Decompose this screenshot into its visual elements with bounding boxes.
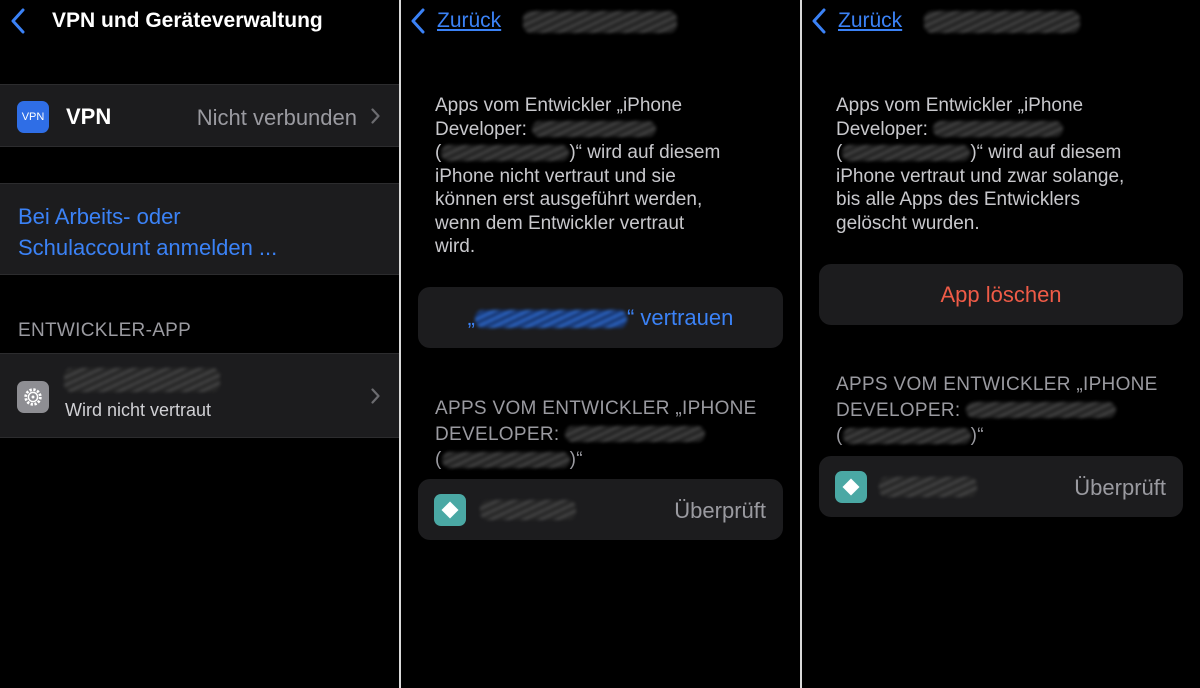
redacted-developer-id [966,402,1117,419]
redacted-developer-id [532,121,657,138]
chevron-left-icon[interactable] [411,8,425,34]
description-line: Apps vom Entwickler „iPhone [435,95,683,116]
nav-bar: Zurück [802,0,1200,44]
developer-untrusted-screen: Zurück Apps vom Entwickler „iPhone Devel… [401,0,800,688]
description-line: bis alle Apps des Entwicklers [836,189,1080,210]
app-row[interactable]: Überprüft [418,479,783,540]
description-line: Apps vom Entwickler „iPhone [836,95,1084,116]
vpn-label: VPN [66,104,112,129]
signin-line-1: Bei Arbeits- oder [18,204,181,229]
redacted-developer-id [441,451,570,468]
trust-status: Wird nicht vertraut [65,400,212,420]
redacted-app-name [879,477,977,497]
vpn-row[interactable]: VPN VPN Nicht verbunden [0,84,399,147]
app-icon [434,494,466,526]
app-icon [835,471,867,503]
description-line: können erst ausgeführt werden, [435,189,703,210]
chevron-left-icon[interactable] [11,8,25,34]
device-management-screen: VPN und Geräteverwaltung VPN VPN Nicht v… [0,0,399,688]
nav-bar: VPN und Geräteverwaltung [0,0,399,44]
redacted-developer-id [842,144,971,161]
description-line: wird. [435,236,476,257]
signin-link[interactable]: Bei Arbeits- oder Schulaccount anmelden … [18,201,277,263]
app-status: Überprüft [1074,475,1166,500]
delete-button-label: App löschen [940,282,1062,307]
gear-icon [17,381,49,413]
app-status: Überprüft [674,498,766,523]
redacted-developer-name [474,310,627,329]
trust-button-label: „ “ vertrauen [467,305,734,330]
developer-trusted-screen: Zurück Apps vom Entwickler „iPhone Devel… [802,0,1200,688]
description-line: iPhone vertraut und zwar solange, [836,165,1125,187]
description-line: gelöscht wurden. [836,212,980,234]
apps-section-header: APPS VOM ENTWICKLER „IPHONE DEVELOPER: (… [435,398,757,470]
signin-line-2: Schulaccount anmelden ... [18,235,278,260]
redacted-nav-title [523,11,677,33]
back-button[interactable]: Zurück [838,9,902,33]
developer-app-row[interactable]: Wird nicht vertraut [0,353,399,438]
vpn-icon: VPN [17,101,49,133]
vpn-status: Nicht verbunden [196,105,357,130]
trust-description: Apps vom Entwickler „iPhone Developer: (… [836,94,1124,235]
nav-bar: Zurück [401,0,800,44]
redacted-developer-name [64,368,220,392]
chevron-left-icon[interactable] [812,8,826,34]
delete-app-button[interactable]: App löschen [819,264,1183,325]
page-title: VPN und Geräteverwaltung [52,9,323,32]
signin-row[interactable]: Bei Arbeits- oder Schulaccount anmelden … [0,183,399,275]
description-line: ()“ wird auf diesem [435,142,721,163]
trust-description: Apps vom Entwickler „iPhone Developer: (… [435,94,720,259]
description-line: Developer: [836,118,1124,142]
description-line: ()“ wird auf diesem [836,142,1122,163]
chevron-right-icon [371,108,380,124]
developer-section-header: ENTWICKLER-APP [18,320,192,341]
redacted-app-name [480,500,576,520]
redacted-developer-id [565,426,706,443]
redacted-developer-id [441,144,570,161]
back-button[interactable]: Zurück [437,9,501,33]
apps-section-header: APPS VOM ENTWICKLER „IPHONE DEVELOPER: (… [836,374,1158,446]
description-line: iPhone nicht vertraut und sie [435,165,676,187]
trust-developer-button[interactable]: „ “ vertrauen [418,287,783,348]
redacted-nav-title [924,11,1080,33]
app-row[interactable]: Überprüft [819,456,1183,517]
redacted-developer-id [933,121,1064,138]
description-line: wenn dem Entwickler vertraut [435,212,685,234]
screens: VPN und Geräteverwaltung VPN VPN Nicht v… [0,0,1200,688]
chevron-right-icon [371,388,380,404]
redacted-developer-id [842,427,971,444]
description-line: Developer: [435,118,720,142]
